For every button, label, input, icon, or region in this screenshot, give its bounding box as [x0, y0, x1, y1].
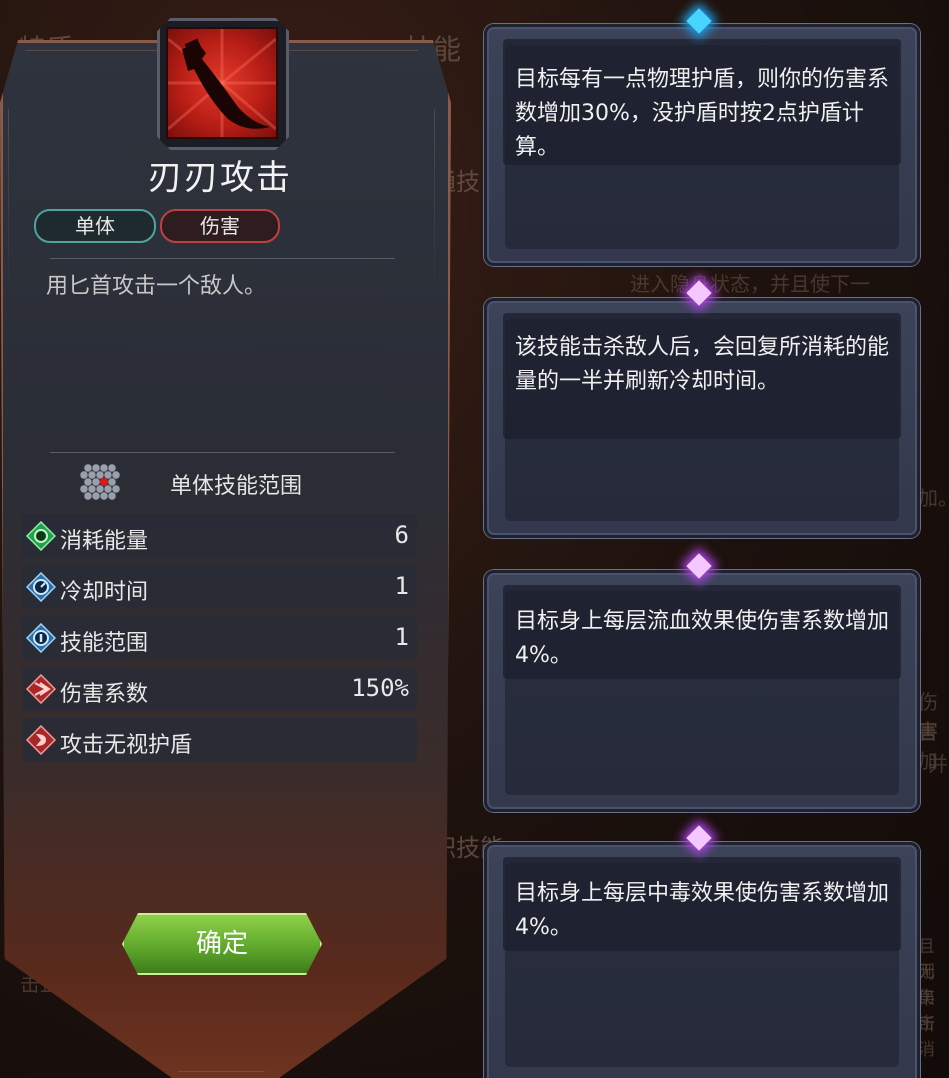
- stat-label: 伤害系数: [60, 682, 149, 707]
- stat-value: 1: [394, 572, 409, 600]
- skill-range-row: 单体技能范围: [0, 462, 440, 506]
- tooltip-text: 该技能击杀敌人后，会回复所消耗的能量的一半并刷新冷却时间。: [515, 335, 890, 394]
- skill-title: 刃刃攻击: [148, 158, 292, 198]
- tooltip-panel-4: 目标身上每层中毒效果使伤害系数增加4%。: [484, 842, 920, 1078]
- tooltip-panel-1: 目标每有一点物理护盾，则你的伤害系数增加30%，没护盾时按2点护盾计算。: [484, 24, 920, 266]
- energy-icon: [25, 520, 57, 552]
- divider-top: [50, 258, 395, 259]
- tooltip-text: 目标每有一点物理护盾，则你的伤害系数增加30%，没护盾时按2点护盾计算。: [515, 67, 890, 160]
- tag-damage: 伤害: [160, 209, 280, 243]
- divider-middle: [50, 452, 395, 453]
- damage-icon: [25, 673, 57, 705]
- stat-label: 冷却时间: [60, 580, 149, 605]
- tag-single-target: 单体: [34, 209, 156, 243]
- bg-skill-desc-5: 并: [928, 752, 948, 776]
- stat-range: 技能范围 1: [22, 616, 417, 660]
- stat-value: 6: [394, 521, 409, 549]
- bg-skill-desc-10: 所消: [918, 1015, 935, 1060]
- dagger-icon: [166, 27, 278, 139]
- tooltip-panel-3: 目标身上每层流血效果使伤害系数增加4%。: [484, 570, 920, 812]
- stat-label: 技能范围: [60, 631, 149, 656]
- tooltip-text: 目标身上每层流血效果使伤害系数增加4%。: [515, 609, 890, 668]
- pierce-shield-icon: [25, 724, 57, 756]
- bg-skill-desc-2: 加。: [918, 486, 949, 510]
- stat-value: 1: [394, 623, 409, 651]
- tooltip-panel-2: 该技能击杀敌人后，会回复所消耗的能量的一半并刷新冷却时间。: [484, 298, 920, 538]
- bg-skill-desc-1: 进入隐身状态，并且使下一: [630, 272, 870, 296]
- stat-value: 150%: [351, 674, 409, 702]
- skill-description: 用匕首攻击一个敌人。: [46, 274, 267, 299]
- skill-detail-screen: 特质 技能 通技 职技能 进入隐身状态，并且使下一 加。 伤害 害加 并 击且无…: [0, 0, 949, 1078]
- stat-energy-cost: 消耗能量 6: [22, 514, 417, 558]
- stat-label: 消耗能量: [60, 529, 149, 554]
- stat-damage-coefficient: 伤害系数 150%: [22, 667, 417, 711]
- skill-range-label: 单体技能范围: [170, 474, 303, 499]
- tooltip-text: 目标身上每层中毒效果使伤害系数增加4%。: [515, 881, 890, 940]
- stat-label: 攻击无视护盾: [60, 733, 193, 758]
- hex-grid-icon: [78, 462, 122, 502]
- stat-ignore-shield: 攻击无视护盾: [22, 718, 417, 762]
- stat-cooldown: 冷却时间 1: [22, 565, 417, 609]
- cooldown-icon: [25, 571, 57, 603]
- range-icon: [25, 622, 57, 654]
- confirm-button[interactable]: 确定: [122, 913, 322, 975]
